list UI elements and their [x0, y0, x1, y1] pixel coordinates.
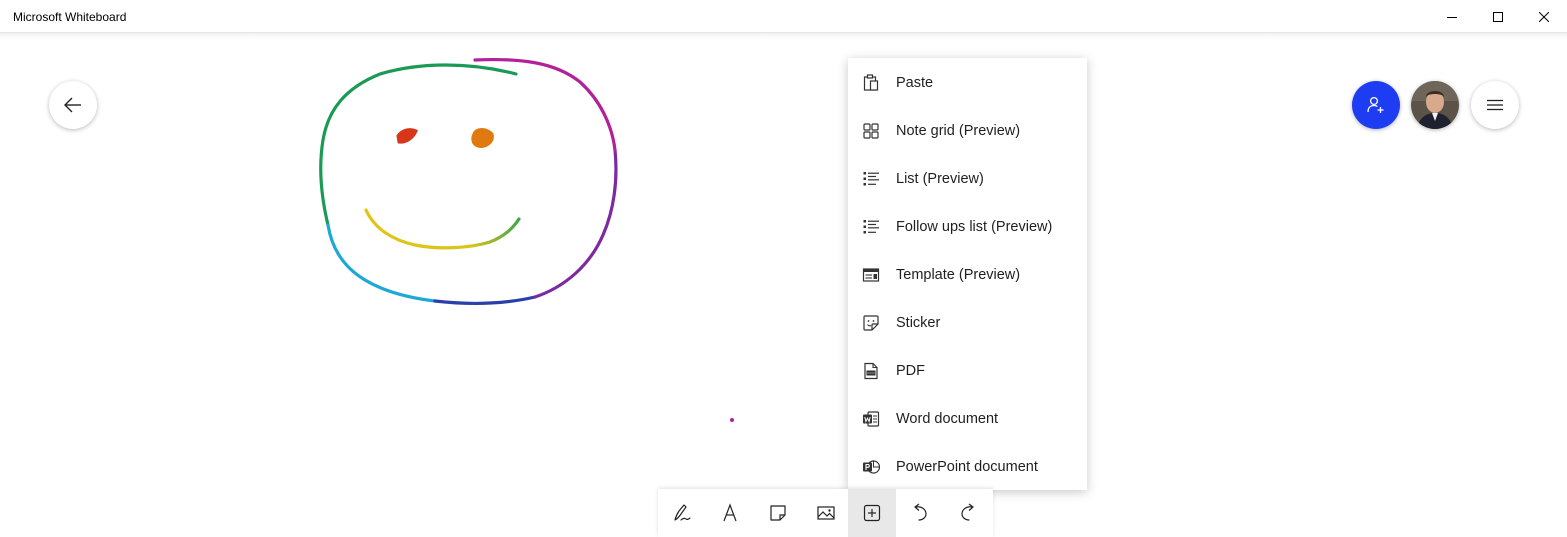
bottom-toolbar	[658, 489, 993, 537]
settings-menu-button[interactable]	[1471, 81, 1519, 129]
share-button[interactable]	[1352, 81, 1400, 129]
menu-item-sticker[interactable]: Sticker	[848, 299, 1087, 347]
menu-item-label: Note grid (Preview)	[896, 123, 1021, 139]
left-eye	[396, 128, 418, 144]
template-icon	[862, 268, 880, 282]
menu-item-template[interactable]: Template (Preview)	[848, 251, 1087, 299]
menu-item-label: Sticker	[896, 315, 941, 331]
menu-item-label: PDF	[896, 363, 925, 379]
menu-item-paste[interactable]: Paste	[848, 59, 1087, 107]
menu-item-powerpoint-document[interactable]: PowerPoint document	[848, 443, 1087, 491]
close-icon	[1539, 11, 1549, 22]
face-stroke-purple	[533, 148, 618, 299]
maximize-icon	[1493, 11, 1503, 22]
menu-item-note-grid[interactable]: Note grid (Preview)	[848, 107, 1087, 155]
menu-item-word-document[interactable]: Word document	[848, 395, 1087, 443]
menu-item-label: Paste	[896, 75, 934, 91]
word-icon	[863, 411, 880, 427]
avatar-image	[1411, 81, 1459, 129]
back-button[interactable]	[49, 81, 97, 129]
menu-item-pdf[interactable]: PDF	[848, 347, 1087, 395]
minimize-icon	[1447, 16, 1457, 18]
pdf-icon	[864, 362, 878, 380]
text-tool-button[interactable]	[706, 489, 754, 537]
smile-stroke	[364, 208, 521, 250]
ink-dot	[730, 418, 734, 422]
redo-button[interactable]	[944, 489, 992, 537]
menu-item-label: Word document	[896, 411, 999, 427]
close-button[interactable]	[1521, 0, 1567, 33]
maximize-button[interactable]	[1475, 0, 1521, 33]
right-eye	[471, 128, 494, 148]
user-avatar[interactable]	[1411, 81, 1459, 129]
note-icon	[770, 505, 786, 521]
text-icon	[723, 503, 737, 522]
ink-drawing[interactable]	[0, 33, 1567, 537]
arrow-left-icon	[64, 97, 81, 113]
menu-item-label: PowerPoint document	[896, 459, 1038, 475]
undo-button[interactable]	[896, 489, 944, 537]
paste-icon	[863, 74, 879, 91]
title-bar: Microsoft Whiteboard	[0, 0, 1567, 33]
menu-item-label: Follow ups list (Preview)	[896, 219, 1053, 235]
insert-tool-button[interactable]	[848, 489, 896, 537]
hamburger-icon	[1487, 99, 1503, 111]
list-icon	[863, 172, 879, 186]
face-stroke-magenta	[473, 57, 617, 152]
menu-item-follow-ups-list[interactable]: Follow ups list (Preview)	[848, 203, 1087, 251]
insert-icon	[863, 504, 881, 522]
image-icon	[817, 506, 835, 520]
add-person-icon	[1367, 96, 1384, 113]
minimize-button[interactable]	[1429, 0, 1475, 33]
redo-icon	[961, 503, 974, 521]
note-grid-icon	[863, 123, 879, 139]
pen-tool-button[interactable]	[658, 489, 706, 537]
window-title: Microsoft Whiteboard	[13, 10, 127, 24]
face-stroke-cyan	[326, 223, 437, 303]
menu-item-list[interactable]: List (Preview)	[848, 155, 1087, 203]
sticker-icon	[863, 315, 879, 331]
menu-item-label: Template (Preview)	[896, 267, 1021, 283]
face-stroke-blue	[433, 295, 537, 305]
note-tool-button[interactable]	[754, 489, 802, 537]
powerpoint-icon	[863, 460, 880, 474]
pen-icon	[674, 504, 691, 521]
undo-icon	[914, 503, 927, 521]
menu-item-label: List (Preview)	[896, 171, 984, 187]
image-tool-button[interactable]	[802, 489, 850, 537]
follow-ups-list-icon	[863, 220, 879, 234]
insert-menu: Paste Note grid (Preview) List (Preview)	[848, 58, 1087, 490]
